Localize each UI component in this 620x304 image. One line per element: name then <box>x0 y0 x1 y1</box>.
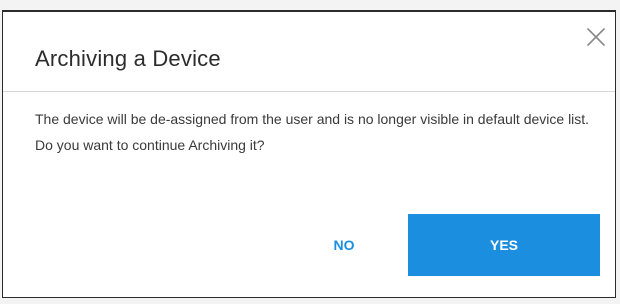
dialog-header: Archiving a Device <box>3 12 615 92</box>
dialog-question: Do you want to continue Archiving it? <box>35 137 265 153</box>
archive-device-dialog: Archiving a Device The device will be de… <box>2 10 616 298</box>
dialog-message: The device will be de-assigned from the … <box>35 110 595 162</box>
dialog-message-line: The device will be de-assigned from the … <box>35 111 590 127</box>
close-button[interactable] <box>585 26 607 48</box>
close-icon <box>587 28 605 46</box>
yes-button[interactable]: YES <box>408 214 600 276</box>
no-button[interactable]: NO <box>299 214 389 276</box>
dialog-title: Archiving a Device <box>35 46 221 71</box>
